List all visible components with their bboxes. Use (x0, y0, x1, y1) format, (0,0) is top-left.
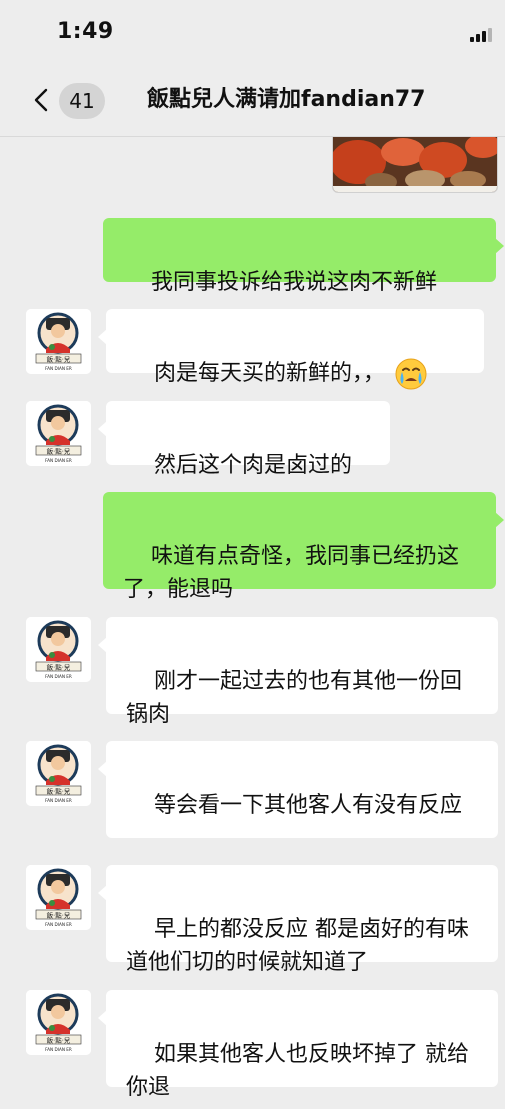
svg-text:FAN DIAN ER: FAN DIAN ER (45, 798, 72, 803)
food-photo-message[interactable] (332, 137, 498, 193)
crying-face-icon (395, 358, 427, 390)
unread-count-badge[interactable]: 41 (59, 83, 105, 119)
food-photo (333, 137, 497, 192)
message-list[interactable]: 我同事投诉给我说这肉不新鲜 飯·點·兒 FAN DIAN ER 肉是每天买的新鲜… (0, 137, 505, 1109)
svg-text:飯·點·兒: 飯·點·兒 (47, 662, 71, 671)
contact-avatar[interactable]: 飯·點·兒 FAN DIAN ER (26, 865, 91, 930)
svg-text:飯·點·兒: 飯·點·兒 (47, 446, 71, 455)
message-bubble-outgoing[interactable]: 味道有点奇怪，我同事已经扔这了，能退吗 (103, 492, 504, 602)
message-bubble-incoming[interactable]: 等会看一下其他客人有没有反应 (98, 741, 498, 838)
contact-avatar[interactable]: 飯·點·兒 FAN DIAN ER (26, 617, 91, 682)
message-text: 刚才一起过去的也有其他一份回锅肉 (126, 669, 462, 727)
svg-text:FAN DIAN ER: FAN DIAN ER (45, 366, 72, 371)
message-text: 肉是每天买的新鲜的，， (153, 361, 385, 386)
svg-text:飯·點·兒: 飯·點·兒 (47, 786, 71, 795)
contact-avatar[interactable]: 飯·點·兒 FAN DIAN ER (26, 741, 91, 806)
svg-text:FAN DIAN ER: FAN DIAN ER (45, 674, 72, 679)
contact-avatar[interactable]: 飯·點·兒 FAN DIAN ER (26, 309, 91, 374)
message-bubble-incoming[interactable]: 刚才一起过去的也有其他一份回锅肉 (98, 617, 498, 727)
contact-avatar[interactable]: 飯·點·兒 FAN DIAN ER (26, 990, 91, 1055)
message-bubble-incoming[interactable]: 然后这个肉是卤过的 (98, 401, 390, 478)
status-time: 1:49 (57, 19, 114, 44)
svg-text:FAN DIAN ER: FAN DIAN ER (45, 458, 72, 463)
message-bubble-incoming[interactable]: 早上的都没反应 都是卤好的有味道他们切的时候就知道了 (98, 865, 498, 975)
contact-avatar[interactable]: 飯·點·兒 FAN DIAN ER (26, 401, 91, 466)
svg-text:飯·點·兒: 飯·點·兒 (47, 354, 71, 363)
svg-text:FAN DIAN ER: FAN DIAN ER (45, 922, 72, 927)
message-text: 我同事投诉给我说这肉不新鲜 (150, 270, 437, 295)
chat-title: 飯點兒人满请加fandian77 (147, 87, 426, 112)
back-chevron-icon[interactable] (33, 88, 49, 112)
message-text: 等会看一下其他客人有没有反应 (153, 793, 462, 818)
chat-header: 41 飯點兒人满请加fandian77 (0, 62, 505, 137)
message-text: 如果其他客人也反映坏掉了 就给你退 (126, 1042, 469, 1100)
message-text: 味道有点奇怪，我同事已经扔这了，能退吗 (123, 544, 459, 602)
message-bubble-incoming[interactable]: 肉是每天买的新鲜的，， (98, 309, 484, 390)
message-bubble-outgoing[interactable]: 我同事投诉给我说这肉不新鲜 (103, 218, 504, 295)
signal-icon (470, 28, 494, 42)
svg-text:飯·點·兒: 飯·點·兒 (47, 1035, 71, 1044)
svg-text:FAN DIAN ER: FAN DIAN ER (45, 1047, 72, 1052)
message-text: 然后这个肉是卤过的 (153, 453, 352, 478)
message-bubble-incoming[interactable]: 如果其他客人也反映坏掉了 就给你退 (98, 990, 498, 1100)
message-text: 早上的都没反应 都是卤好的有味道他们切的时候就知道了 (126, 917, 469, 975)
status-bar: 1:49 (0, 0, 505, 62)
svg-text:飯·點·兒: 飯·點·兒 (47, 910, 71, 919)
